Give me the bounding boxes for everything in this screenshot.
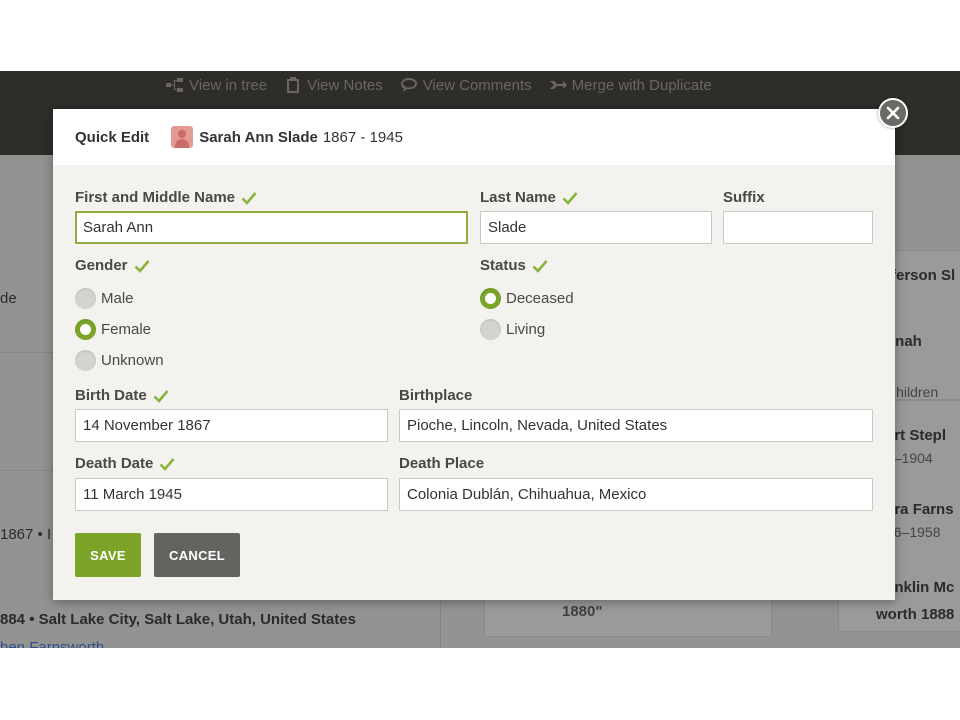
dialog-title: Quick Edit [75, 128, 150, 146]
birth-date-label: Birth Date [75, 387, 169, 404]
gender-label-text: Gender [75, 257, 128, 274]
view-comments-label: View Comments [422, 76, 532, 94]
view-in-tree-link[interactable]: View in tree [166, 77, 267, 94]
background-text: worth 1888 [876, 606, 955, 623]
background-text: ara Farns [886, 501, 954, 518]
notes-icon [287, 77, 300, 93]
last-name-label-text: Last Name [480, 189, 556, 206]
background-residence: 884 • Salt Lake City, Salt Lake, Utah, U… [0, 611, 356, 628]
status-radio-deceased[interactable]: Deceased [480, 288, 574, 309]
view-comments-link[interactable]: View Comments [400, 77, 532, 94]
background-text: de [0, 290, 17, 307]
gender-option-label: Unknown [101, 352, 164, 369]
death-date-label-text: Death Date [75, 455, 154, 472]
last-name-label: Last Name [480, 189, 578, 206]
dialog-header: Quick Edit Sarah Ann Slade 1867 - 1945 [53, 109, 895, 165]
birth-date-input[interactable] [75, 409, 388, 442]
check-icon [532, 259, 548, 273]
merge-duplicate-label: Merge with Duplicate [571, 76, 712, 94]
radio-button[interactable] [75, 288, 96, 309]
suffix-input[interactable] [723, 211, 873, 244]
status-radio-living[interactable]: Living [480, 319, 545, 340]
radio-button-selected[interactable] [480, 288, 501, 309]
gender-radio-unknown[interactable]: Unknown [75, 350, 164, 371]
view-in-tree-label: View in tree [189, 76, 268, 94]
death-date-input[interactable] [75, 478, 388, 511]
death-date-label: Death Date [75, 455, 175, 472]
background-text: 1880" [562, 603, 603, 620]
gender-option-label: Female [101, 321, 152, 338]
suffix-label-text: Suffix [723, 189, 765, 206]
background-text: fferson Sl [886, 267, 956, 284]
birthplace-input[interactable] [399, 409, 873, 442]
status-label-text: Status [480, 257, 526, 274]
check-icon [153, 389, 169, 403]
background-text: ert Stepl [886, 427, 947, 444]
check-icon [241, 191, 257, 205]
check-icon [134, 259, 150, 273]
background-text: 1867 • I [0, 526, 52, 543]
first-middle-name-input[interactable] [75, 211, 468, 244]
close-modal-button[interactable] [878, 98, 908, 128]
check-icon [562, 191, 578, 205]
background-text: anklin Mc [886, 579, 955, 596]
tree-icon [166, 78, 183, 92]
last-name-input[interactable] [480, 211, 712, 244]
status-option-label: Deceased [506, 290, 574, 307]
view-notes-link[interactable]: View Notes [284, 77, 383, 94]
person-lifespan: 1867 - 1945 [322, 128, 403, 146]
radio-button[interactable] [75, 350, 96, 371]
merge-icon [549, 81, 567, 89]
cancel-button[interactable]: CANCEL [154, 533, 240, 577]
gender-radio-female[interactable]: Female [75, 319, 151, 340]
comments-icon [400, 78, 417, 92]
quick-edit-dialog: Quick Edit Sarah Ann Slade 1867 - 1945 F… [53, 109, 895, 600]
merge-duplicate-link[interactable]: Merge with Duplicate [549, 77, 712, 94]
birthplace-label-text: Birthplace [399, 387, 473, 404]
first-middle-name-label: First and Middle Name [75, 189, 257, 206]
birthplace-label: Birthplace [399, 387, 472, 404]
death-place-label-text: Death Place [399, 455, 485, 472]
radio-button-selected[interactable] [75, 319, 96, 340]
status-label: Status [480, 257, 548, 274]
gender-radio-male[interactable]: Male [75, 288, 134, 309]
save-button[interactable]: SAVE [75, 533, 141, 577]
death-place-label: Death Place [399, 455, 484, 472]
close-icon [886, 106, 900, 120]
person-name: Sarah Ann Slade [199, 128, 318, 146]
suffix-label: Suffix [723, 189, 765, 206]
status-option-label: Living [506, 321, 546, 338]
gender-option-label: Male [101, 290, 134, 307]
birth-date-label-text: Birth Date [75, 387, 147, 404]
first-middle-name-label-text: First and Middle Name [75, 189, 236, 206]
background-link: hen Farnsworth [0, 639, 105, 648]
gender-label: Gender [75, 257, 150, 274]
death-place-input[interactable] [399, 478, 873, 511]
person-avatar-icon [171, 126, 194, 148]
check-icon [159, 457, 175, 471]
view-notes-label: View Notes [307, 76, 383, 94]
radio-button[interactable] [480, 319, 501, 340]
toolbar-actions: View in tree View Notes View Comments Me… [166, 73, 712, 97]
